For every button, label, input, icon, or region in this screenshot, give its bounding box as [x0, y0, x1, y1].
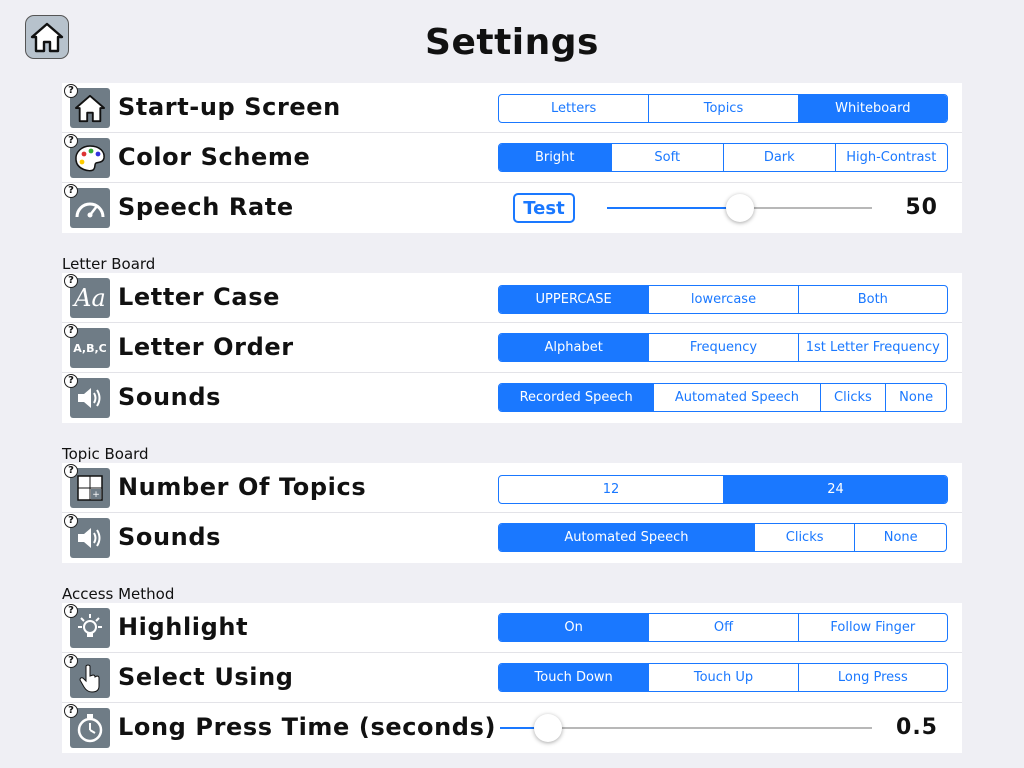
speech-rate-label: Speech Rate: [118, 193, 294, 221]
long-press-time-slider[interactable]: [500, 713, 872, 743]
segment-option[interactable]: Soft: [610, 144, 724, 171]
help-icon[interactable]: ?: [64, 324, 78, 338]
topic-sounds-label: Sounds: [118, 523, 222, 551]
segment-option[interactable]: High-Contrast: [834, 144, 948, 171]
segment-option[interactable]: Follow Finger: [797, 614, 947, 641]
general-settings-group: ? Start-up Screen Letters Topics Whiteboar…: [62, 83, 962, 233]
help-icon[interactable]: ?: [64, 374, 78, 388]
speech-rate-row: ? Speech Rate Test 50: [62, 183, 962, 233]
letter-case-selector: UPPERCASE lowercase Both: [498, 285, 948, 314]
startup-screen-selector: Letters Topics Whiteboard: [498, 94, 948, 123]
page-title: Settings: [425, 22, 599, 63]
segment-option[interactable]: Automated Speech: [499, 524, 754, 551]
segment-option[interactable]: Touch Down: [499, 664, 649, 691]
access-method-group: ? Highlight On Off Follow Finger ? Select …: [62, 603, 962, 753]
help-icon[interactable]: ?: [64, 464, 78, 478]
startup-screen-label: Start-up Screen: [118, 93, 341, 121]
startup-screen-row: ? Start-up Screen Letters Topics Whiteboar…: [62, 83, 962, 133]
topic-sounds-selector: Automated Speech Clicks None: [498, 523, 947, 552]
letter-case-row: ? Aa Letter Case UPPERCASE lowercase Both: [62, 273, 962, 323]
speech-rate-value: 50: [905, 195, 938, 220]
letter-sounds-selector: Recorded Speech Automated Speech Clicks Non…: [498, 383, 947, 412]
test-speech-button[interactable]: Test: [513, 193, 575, 223]
help-icon[interactable]: ?: [64, 604, 78, 618]
letter-case-label: Letter Case: [118, 283, 280, 311]
segment-option[interactable]: Automated Speech: [653, 384, 819, 411]
svg-text:+: +: [92, 490, 100, 500]
letter-order-selector: Alphabet Frequency 1st Letter Frequency: [498, 333, 948, 362]
long-press-time-row: ? Long Press Time (seconds) 0.5: [62, 703, 962, 753]
letter-order-label: Letter Order: [118, 333, 294, 361]
select-using-row: ? Select Using Touch Down Touch Up Long Pr…: [62, 653, 962, 703]
letter-board-group: ? Aa Letter Case UPPERCASE lowercase Both …: [62, 273, 962, 423]
segment-option[interactable]: Touch Up: [648, 664, 797, 691]
speech-rate-slider[interactable]: [607, 193, 872, 223]
segment-option[interactable]: Long Press: [797, 664, 947, 691]
slider-fill: [607, 207, 740, 209]
segment-option[interactable]: Alphabet: [499, 334, 649, 361]
segment-option[interactable]: None: [885, 384, 946, 411]
letter-board-section-label: Letter Board: [62, 255, 156, 273]
segment-option[interactable]: Topics: [648, 95, 797, 122]
segment-option[interactable]: Whiteboard: [797, 95, 947, 122]
segment-option[interactable]: 24: [723, 476, 947, 503]
topic-sounds-row: ? Sounds Automated Speech Clicks None: [62, 513, 962, 563]
segment-option[interactable]: Frequency: [648, 334, 797, 361]
color-scheme-selector: Bright Soft Dark High-Contrast: [498, 143, 948, 172]
slider-thumb[interactable]: [534, 714, 563, 742]
highlight-row: ? Highlight On Off Follow Finger: [62, 603, 962, 653]
number-of-topics-selector: 12 24: [498, 475, 948, 504]
letter-order-row: ? A,B,C Letter Order Alphabet Frequency 1s…: [62, 323, 962, 373]
segment-option[interactable]: lowercase: [648, 286, 797, 313]
segment-option[interactable]: On: [499, 614, 649, 641]
slider-thumb[interactable]: [725, 194, 754, 222]
highlight-selector: On Off Follow Finger: [498, 613, 948, 642]
topic-board-section-label: Topic Board: [62, 445, 149, 463]
help-icon[interactable]: ?: [64, 514, 78, 528]
segment-option[interactable]: Bright: [499, 144, 611, 171]
long-press-time-label: Long Press Time (seconds): [118, 713, 497, 741]
select-using-label: Select Using: [118, 663, 294, 691]
segment-option[interactable]: Clicks: [753, 524, 855, 551]
segment-option[interactable]: Dark: [723, 144, 835, 171]
segment-option[interactable]: UPPERCASE: [499, 286, 649, 313]
highlight-label: Highlight: [118, 613, 249, 641]
segment-option[interactable]: 1st Letter Frequency: [797, 334, 947, 361]
segment-option[interactable]: 12: [499, 476, 723, 503]
help-icon[interactable]: ?: [64, 654, 78, 668]
letter-sounds-row: ? Sounds Recorded Speech Automated Speech…: [62, 373, 962, 423]
segment-option[interactable]: Both: [797, 286, 947, 313]
color-scheme-label: Color Scheme: [118, 143, 311, 171]
segment-option[interactable]: Letters: [499, 95, 648, 122]
number-of-topics-label: Number Of Topics: [118, 473, 367, 501]
long-press-time-value: 0.5: [896, 715, 938, 740]
segment-option[interactable]: None: [854, 524, 946, 551]
color-scheme-row: ? Color Scheme Bright Soft Dark High-Contra…: [62, 133, 962, 183]
help-icon[interactable]: ?: [64, 184, 78, 198]
segment-option[interactable]: Recorded Speech: [499, 384, 654, 411]
letter-sounds-label: Sounds: [118, 383, 222, 411]
number-of-topics-row: ? + Number Of Topics 12 24: [62, 463, 962, 513]
help-icon[interactable]: ?: [64, 274, 78, 288]
help-icon[interactable]: ?: [64, 134, 78, 148]
access-method-section-label: Access Method: [62, 585, 175, 603]
segment-option[interactable]: Clicks: [819, 384, 886, 411]
segment-option[interactable]: Off: [648, 614, 797, 641]
help-icon[interactable]: ?: [64, 84, 78, 98]
help-icon[interactable]: ?: [64, 704, 78, 718]
topic-board-group: ? + Number Of Topics 12 24 ? Sounds Autom…: [62, 463, 962, 563]
select-using-selector: Touch Down Touch Up Long Press: [498, 663, 948, 692]
